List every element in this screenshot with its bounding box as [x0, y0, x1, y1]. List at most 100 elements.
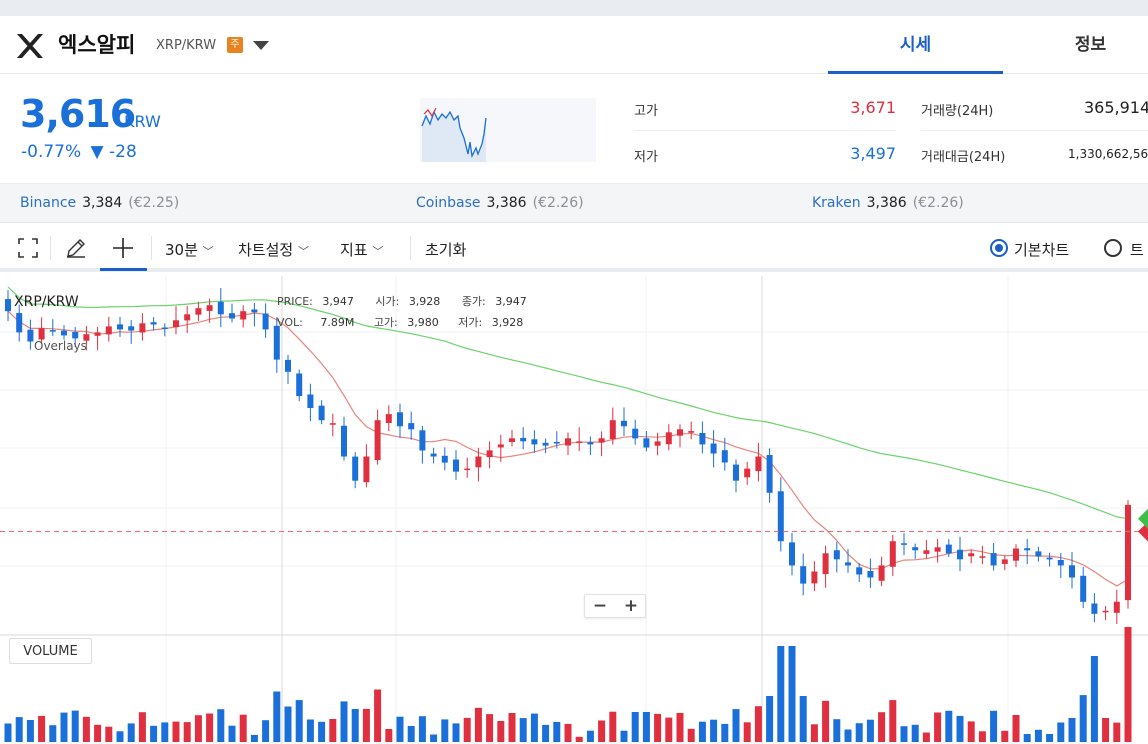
volume-bar [833, 719, 841, 742]
volume-bar [810, 724, 818, 742]
volume-bar [340, 701, 348, 742]
volume-bar [889, 700, 897, 742]
basic-chart-radio[interactable] [990, 239, 1008, 257]
candle-body [744, 468, 751, 478]
volume-bar [799, 696, 807, 742]
chevron-down-icon: ﹀ [297, 245, 309, 258]
volume-bar [4, 723, 12, 742]
pair-label: XRP/KRW [156, 38, 217, 53]
crosshair-icon[interactable] [111, 236, 135, 260]
chart-title: XRP/KRW [14, 294, 79, 310]
volume-bar [430, 734, 438, 742]
fullscreen-icon[interactable] [16, 236, 40, 260]
candle-body [453, 459, 459, 472]
volume-bar [777, 646, 785, 742]
volume-bar [508, 713, 516, 742]
candle-body [318, 405, 325, 421]
volume-label: 거래량(24H) [921, 104, 994, 119]
legend-price: 3,947 [322, 295, 354, 308]
zoom-out-button[interactable]: − [585, 595, 615, 617]
candle-body [105, 326, 112, 335]
volume-bar [161, 722, 169, 742]
volume-bar [911, 724, 919, 742]
candle-body [150, 322, 157, 325]
candle-body [296, 373, 303, 396]
interval-select[interactable]: 30분 ﹀ [165, 239, 214, 260]
other-chart-radio[interactable] [1104, 239, 1122, 257]
candle-body [542, 442, 549, 446]
indicators-menu[interactable]: 지표 ﹀ [340, 239, 383, 260]
volume-bar [15, 717, 23, 742]
volume-bar [239, 714, 247, 742]
candle-body [889, 541, 896, 567]
volume-bar [598, 720, 606, 742]
volume-bar [351, 709, 359, 742]
change-amount: ▼ -28 [90, 142, 137, 162]
tab-quote[interactable]: 시세 [828, 16, 1003, 74]
volume-bar [542, 724, 550, 742]
candlestick-chart[interactable] [0, 276, 1148, 744]
volume-bar [1090, 656, 1098, 742]
legend-row-1: PRICE: 3,947 시가: 3,928 종가: 3,947 [277, 293, 527, 309]
candle-body [72, 332, 79, 339]
candle-body [128, 326, 135, 331]
pencil-icon[interactable] [64, 236, 88, 260]
legend-open: 3,928 [408, 295, 441, 308]
volume-bar [463, 717, 471, 742]
volume-bar [710, 719, 718, 742]
candle-body [329, 423, 336, 425]
volume-bar [306, 719, 314, 742]
volume-bar [676, 712, 684, 742]
candle-body [1091, 603, 1098, 614]
volume-bar [564, 723, 572, 742]
exchange-name: Coinbase [416, 195, 481, 211]
candle-body [923, 550, 930, 554]
legend-vol: 7.89M [320, 316, 355, 329]
candle-body [509, 438, 515, 442]
volume-bar [822, 700, 830, 742]
zoom-in-button[interactable]: + [616, 595, 646, 617]
reset-button[interactable]: 초기화 [425, 239, 466, 260]
chart-settings-label: 차트설정 [238, 241, 294, 259]
candle-body [217, 301, 224, 315]
tab-info[interactable]: 정보 [1003, 16, 1148, 74]
candle-body [609, 420, 616, 440]
legend-close-label: 종가: [461, 295, 486, 308]
volume-bar [474, 707, 482, 742]
stat-divider [634, 130, 896, 131]
candle-body [273, 325, 280, 360]
volume-bar [519, 718, 527, 742]
volume-bar [844, 729, 852, 742]
volume-bar [788, 646, 796, 742]
volume-bar [385, 729, 393, 742]
volume-bar [878, 712, 886, 742]
candle-body [1125, 504, 1131, 601]
candle-body [206, 305, 213, 311]
candle-body [934, 547, 941, 552]
volume-bar [362, 708, 370, 742]
candle-body [654, 441, 661, 446]
volume-bar [441, 719, 449, 742]
candle-body [430, 453, 437, 457]
price-chart[interactable]: XRP/KRW Overlays PRICE: 3,947 시가: 3,928 … [0, 276, 1148, 744]
volume-bar [609, 711, 617, 742]
candle-body [520, 437, 527, 442]
overlays-label[interactable]: Overlays [34, 339, 87, 353]
candle-body [833, 550, 840, 560]
chart-settings-menu[interactable]: 차트설정 ﹀ [238, 239, 309, 260]
candle-body [733, 464, 739, 481]
volume-bar [945, 710, 953, 742]
candle-body [699, 433, 706, 445]
low-value: 3,497 [850, 144, 896, 163]
coin-select-chevron-icon[interactable] [253, 41, 269, 50]
volume-bar [60, 712, 68, 742]
toolbar-divider [410, 236, 411, 260]
candle-body [464, 468, 471, 471]
candle-body [262, 313, 269, 330]
candle-body [621, 420, 627, 427]
candle-body [161, 327, 168, 329]
candle-body [968, 553, 975, 557]
candle-body [766, 455, 773, 493]
stat-divider [921, 130, 1148, 131]
candle-body [755, 456, 762, 472]
